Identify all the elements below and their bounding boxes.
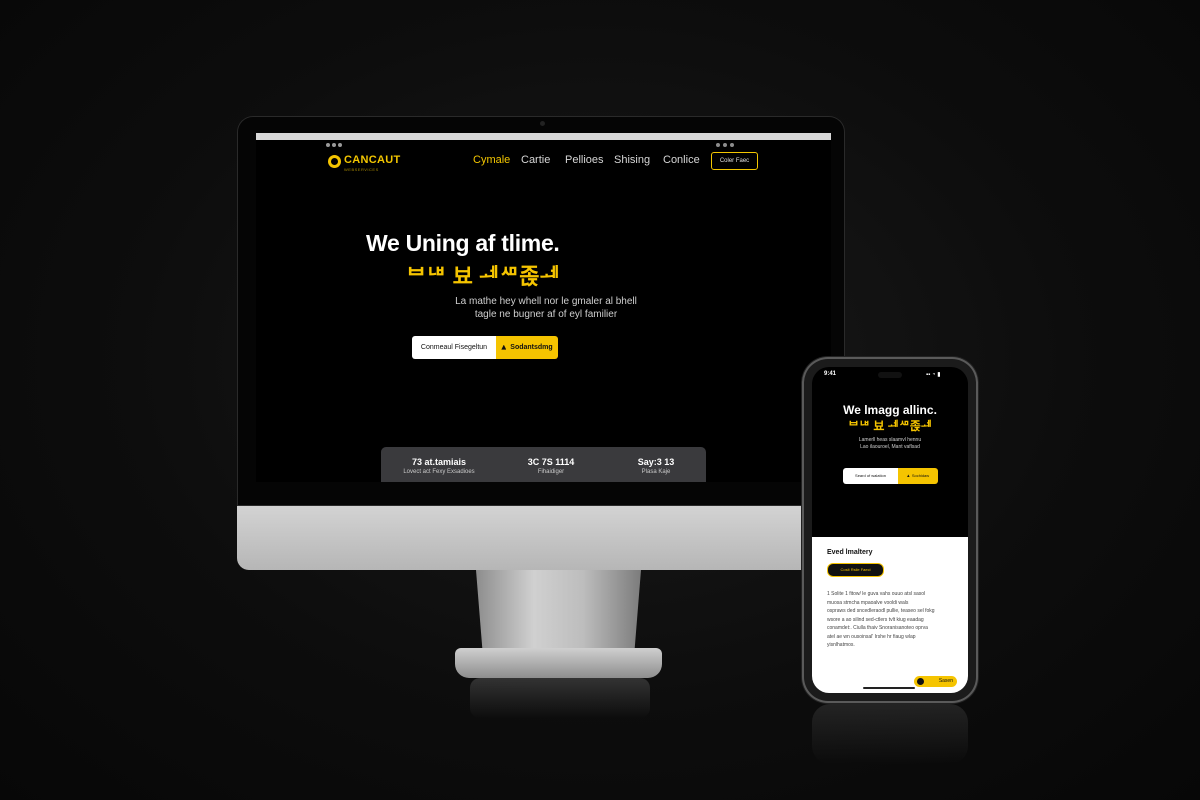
panel-body-line: yisnlhatmos. xyxy=(827,642,855,648)
window-controls[interactable] xyxy=(326,134,350,147)
stat-value: 73 at.tamiais xyxy=(411,457,467,467)
panel-body-line: ospraws ded sncedleraodl pullie, teaseo … xyxy=(827,608,935,614)
panel-pill-button[interactable]: Coslt Rsile Faeci xyxy=(827,563,884,577)
nav-cta-button[interactable]: Coler Faec xyxy=(711,152,758,170)
panel-body-line: atel ae wn ousoinsal' Irshe hr fiaug wla… xyxy=(827,633,916,640)
stat-item: 3C 7S 1114 Fihaidiger xyxy=(501,457,601,475)
brand-tagline: WEBSERVICES xyxy=(344,167,379,172)
phone-secondary-label: Sochidaw xyxy=(911,473,930,478)
nav-item-2[interactable]: Cartie xyxy=(521,154,550,166)
panel-body-line: wsore a ao silind sed-ctlers tvlt kiug e… xyxy=(827,616,924,623)
hero-subtitle: ᄇᄖ 뵤 ᆀᄱ졵ᆀ xyxy=(406,264,560,289)
phone-status-time: 9:41 xyxy=(824,371,837,377)
phone-screen: 9:41 ▪▪ ◔ ▮ We lmagg allinc. ᄇᄖ 뵤 ᆀᄱ졵ᆀ L… xyxy=(812,367,968,693)
primary-cta-button[interactable]: Conmeaul Fisegeltun xyxy=(412,336,496,359)
phone-description-line: Lao ilaouroel, Mant vaflsad xyxy=(860,444,920,450)
phone-reflection xyxy=(812,704,968,764)
phone-hero-subtitle: ᄇᄖ 뵤 ᆀᄱ졵ᆀ xyxy=(848,419,932,433)
phone-hero-description: Lamerll heas slaamvl hennu Lao ilaouroel… xyxy=(822,437,958,451)
browser-toolbar xyxy=(256,133,831,147)
nav-item-1[interactable]: Cymale xyxy=(473,154,510,166)
phone-hero-title: We lmagg allinc. xyxy=(843,403,937,417)
nav-item-5[interactable]: Conlice xyxy=(663,154,700,166)
desktop-screen: CANCAUT WEBSERVICES Cymale Cartie Pellio… xyxy=(256,133,831,482)
nav-item-4[interactable]: Shising xyxy=(614,154,650,166)
stat-label: Lovect act Fexy Exsadioes xyxy=(403,469,475,475)
nav-item-3[interactable]: Pellioes xyxy=(565,154,604,166)
secondary-cta-button[interactable]: Sodantsdmg xyxy=(496,336,558,359)
phone-status-icons: ▪▪ ◔ ▮ xyxy=(926,372,941,378)
hero-button-group: Conmeaul Fisegeltun Sodantsdmg xyxy=(412,336,558,359)
brand-name[interactable]: CANCAUT xyxy=(344,154,400,166)
secondary-cta-label: Sodantsdmg xyxy=(510,344,553,351)
brand-logo-icon[interactable] xyxy=(328,155,341,168)
stat-value: Say:3 13 xyxy=(637,457,675,467)
stat-item: 73 at.tamiais Lovect act Fexy Exsadioes xyxy=(389,457,489,475)
phone-description-line: Lamerll heas slaamvl hennu xyxy=(858,437,922,443)
stat-label: Plasa Kaje xyxy=(641,469,671,475)
hero-description-line: La mathe hey whell nor le gmaler al bhel… xyxy=(455,296,637,307)
stand-reflection xyxy=(470,678,650,718)
hero-description-line: tagle ne bugner af of eyl familier xyxy=(474,309,618,320)
camera-icon xyxy=(540,121,545,126)
home-indicator[interactable] xyxy=(863,687,915,689)
stats-panel: 73 at.tamiais Lovect act Fexy Exsadioes … xyxy=(381,447,706,482)
stat-label: Fihaidiger xyxy=(537,469,565,475)
bolt-icon xyxy=(906,474,910,478)
stat-value: 3C 7S 1114 xyxy=(527,457,575,467)
panel-body-line: 1 Solite 1 fitow/ le guva vahs ouuo atsl… xyxy=(827,591,926,597)
monitor-chin xyxy=(237,506,845,570)
phone-button-group: Seard of walation Sochidaw xyxy=(843,468,938,484)
hero-title: We Uning af tlime. xyxy=(366,230,560,256)
monitor-stand-foot xyxy=(455,648,662,678)
hero-description: La mathe hey whell nor le gmaler al bhel… xyxy=(356,295,736,321)
monitor-stand-neck xyxy=(476,570,641,652)
panel-title: Eved lmaltery xyxy=(827,549,873,556)
bolt-icon xyxy=(501,344,507,350)
panel-body-line: muosa stmcha mpaoalve vooldi wals xyxy=(827,599,909,606)
phone-secondary-button[interactable]: Sochidaw xyxy=(898,468,938,484)
phone-content-panel: Eved lmaltery Coslt Rsile Faeci 1 Solite… xyxy=(812,537,968,693)
phone-notch xyxy=(878,372,902,378)
floating-action-button[interactable]: Sasen xyxy=(914,676,957,687)
stat-item: Say:3 13 Plasa Kaje xyxy=(606,457,706,475)
panel-body-text: 1 Solite 1 fitow/ le guva vahs ouuo atsl… xyxy=(827,590,955,650)
panel-body-line: conamdet:. Ciulla thaiv Snoranisanoteo o… xyxy=(827,625,928,631)
phone-primary-button[interactable]: Seard of walation xyxy=(843,468,898,484)
toolbar-icons[interactable] xyxy=(716,134,756,147)
